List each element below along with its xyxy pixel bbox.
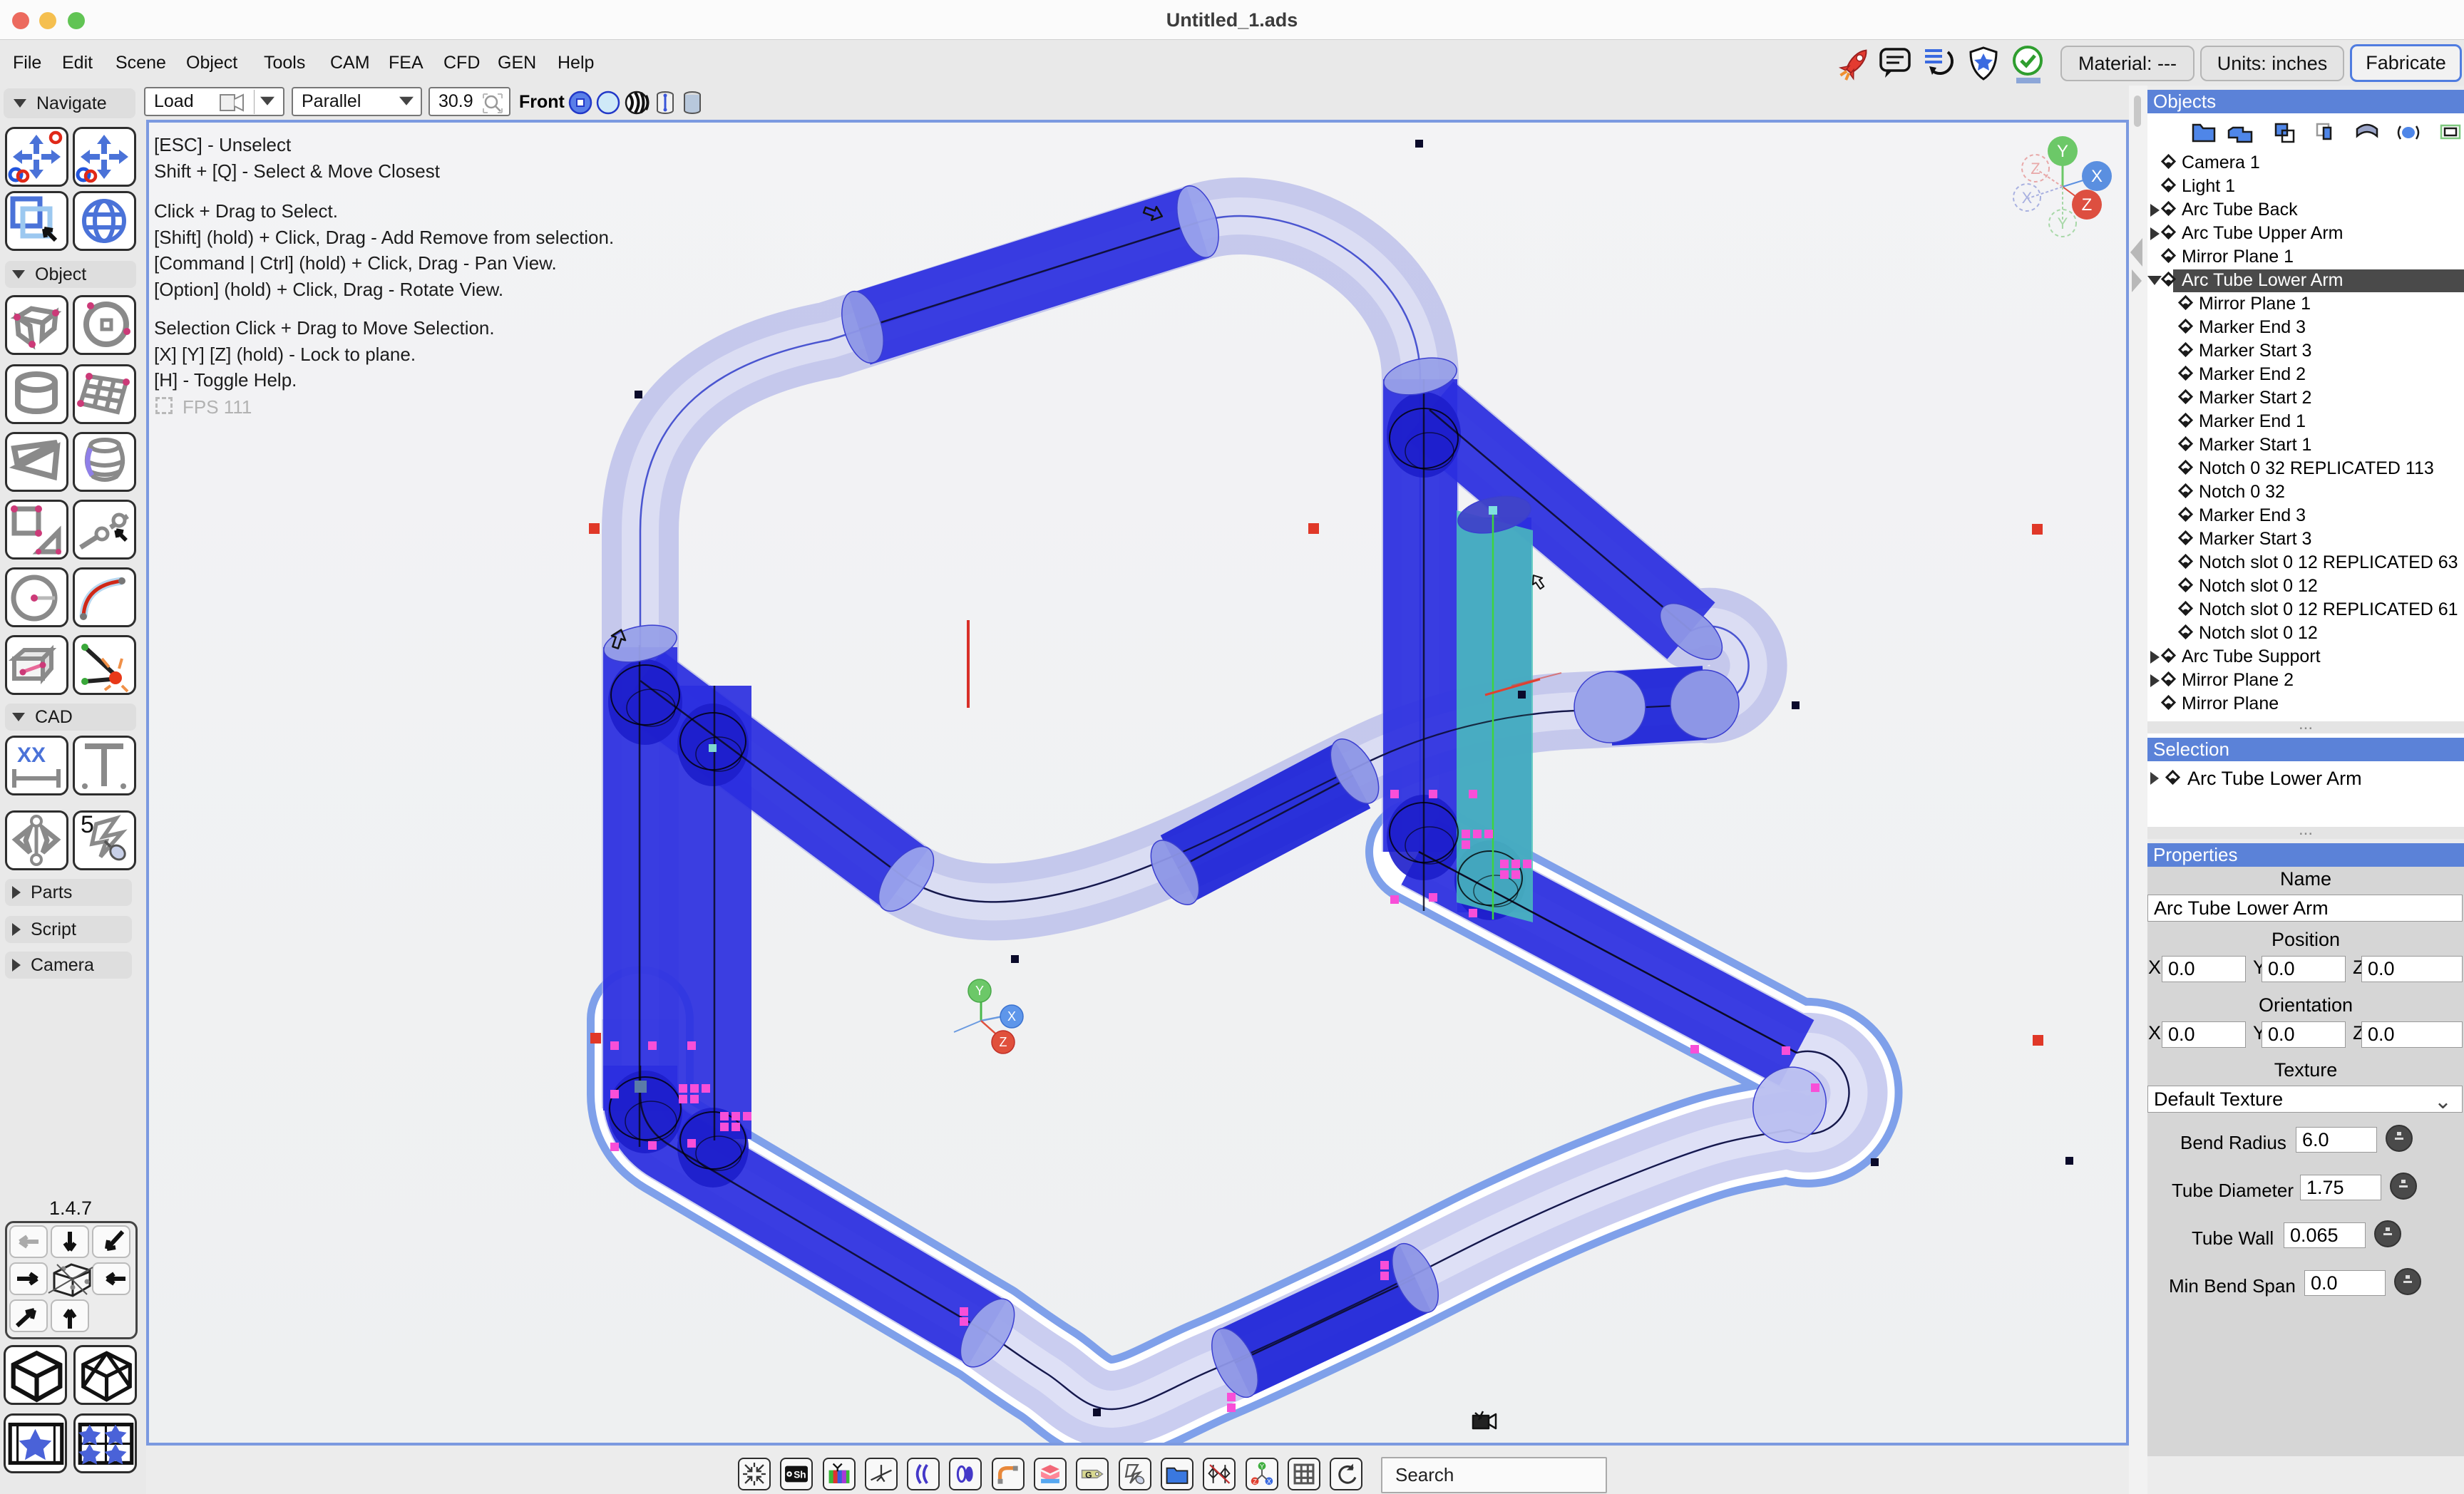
svg-text:Z: Z <box>2082 195 2093 215</box>
svg-text:X: X <box>1007 1009 1016 1024</box>
svg-text:X: X <box>2022 189 2033 207</box>
svg-text:Sh: Sh <box>794 1469 806 1480</box>
svg-text:G: G <box>1085 1470 1092 1480</box>
svg-text:Y: Y <box>975 984 984 998</box>
svg-text:X: X <box>2091 167 2103 186</box>
svg-text:Z: Z <box>2031 160 2040 177</box>
svg-text:Y: Y <box>2058 215 2068 232</box>
svg-text:Z: Z <box>1253 1478 1257 1485</box>
svg-text:Y: Y <box>1260 1463 1264 1470</box>
svg-text:Z: Z <box>1000 1035 1007 1049</box>
svg-text:X: X <box>1267 1478 1271 1485</box>
svg-text:XX: XX <box>17 743 46 767</box>
svg-text:Y: Y <box>2057 142 2068 161</box>
